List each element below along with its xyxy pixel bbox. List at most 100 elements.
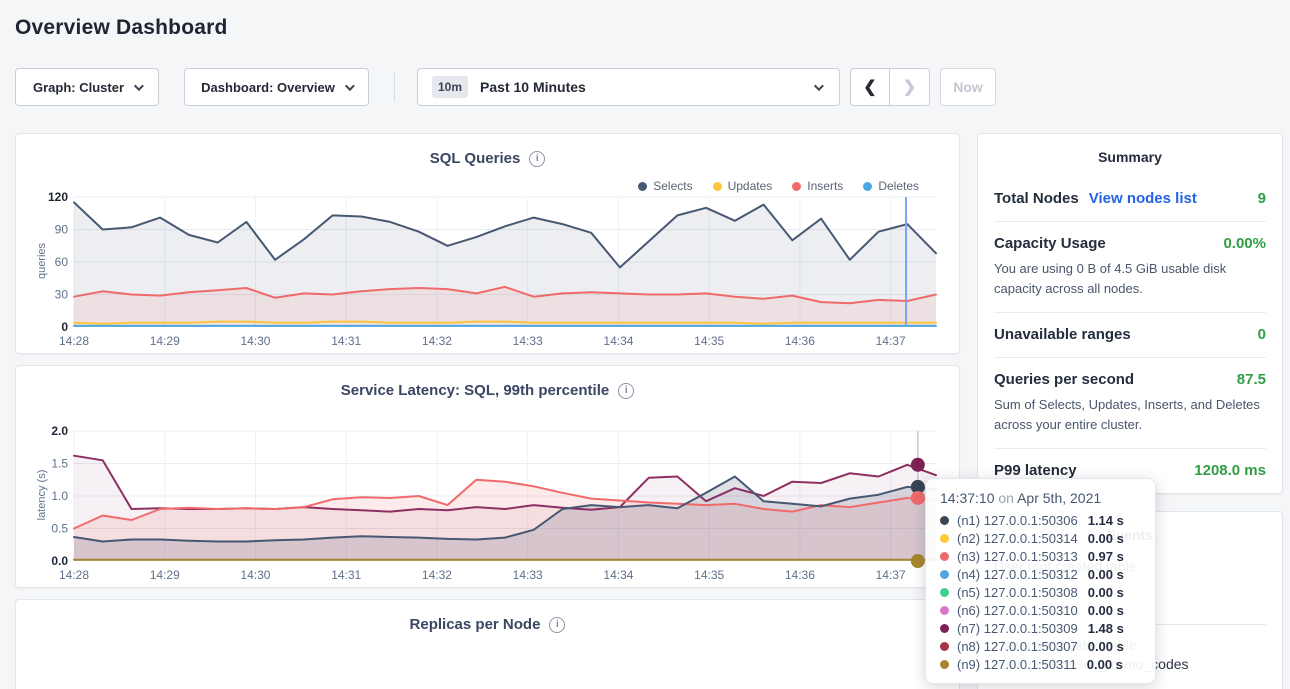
node-color-dot bbox=[940, 588, 949, 597]
tooltip-node-row: (n8) 127.0.0.1:503070.00 s bbox=[940, 637, 1141, 655]
unavailable-ranges-value: 0 bbox=[1258, 326, 1266, 343]
graph-dropdown-label: Graph: Cluster bbox=[33, 80, 124, 95]
svg-text:14:29: 14:29 bbox=[150, 568, 180, 582]
svg-text:14:29: 14:29 bbox=[150, 334, 180, 348]
unavailable-ranges-label: Unavailable ranges bbox=[994, 326, 1131, 343]
capacity-usage-row: Capacity Usage 0.00% You are using 0 B o… bbox=[994, 221, 1266, 312]
sql-queries-y-axis-label: queries bbox=[36, 211, 48, 311]
replicas-chart-title: Replicas per Node bbox=[410, 616, 541, 633]
chevron-down-icon bbox=[814, 81, 824, 91]
total-nodes-row: Total Nodes View nodes list 9 bbox=[994, 177, 1266, 221]
node-color-dot bbox=[940, 624, 949, 633]
svg-text:14:31: 14:31 bbox=[331, 568, 361, 582]
sql-queries-plot[interactable]: 14:28 14:29 14:30 14:31 14:32 14:33 14:34 14:35… bbox=[24, 191, 954, 353]
svg-text:30: 30 bbox=[55, 288, 69, 302]
tooltip-node-row: (n5) 127.0.0.1:503080.00 s bbox=[940, 583, 1141, 601]
info-icon[interactable]: i bbox=[618, 383, 634, 399]
svg-text:14:31: 14:31 bbox=[331, 334, 361, 348]
svg-text:1.5: 1.5 bbox=[51, 457, 68, 471]
tooltip-node-row: (n7) 127.0.0.1:503091.48 s bbox=[940, 619, 1141, 637]
queries-per-second-value: 87.5 bbox=[1237, 371, 1266, 388]
svg-text:14:30: 14:30 bbox=[240, 334, 270, 348]
svg-text:1.0: 1.0 bbox=[51, 489, 68, 503]
node-color-dot bbox=[940, 642, 949, 651]
time-range-selector[interactable]: 10m Past 10 Minutes bbox=[417, 68, 840, 106]
service-latency-chart-title: Service Latency: SQL, 99th percentile bbox=[341, 382, 609, 399]
svg-text:14:35: 14:35 bbox=[694, 568, 724, 582]
sql-queries-chart-body: queries 14:2814:2914:3014:3114:3214:3314… bbox=[16, 191, 959, 353]
sql-queries-title-row: SQL Queries i bbox=[16, 134, 959, 167]
svg-text:14:32: 14:32 bbox=[422, 568, 452, 582]
svg-text:14:30: 14:30 bbox=[240, 568, 270, 582]
graph-dropdown[interactable]: Graph: Cluster bbox=[15, 68, 159, 106]
dashboard-dropdown-label: Dashboard: Overview bbox=[201, 80, 335, 95]
sql-queries-chart-title: SQL Queries bbox=[430, 150, 521, 167]
total-nodes-label: Total Nodes bbox=[994, 190, 1079, 207]
tooltip-node-row: (n2) 127.0.0.1:503140.00 s bbox=[940, 529, 1141, 547]
info-icon[interactable]: i bbox=[549, 617, 565, 633]
service-latency-plot[interactable]: 14:2814:2914:3014:3114:3214:3314:3414:35… bbox=[24, 425, 954, 587]
view-nodes-list-link[interactable]: View nodes list bbox=[1089, 190, 1197, 207]
svg-text:14:33: 14:33 bbox=[513, 568, 543, 582]
svg-text:0: 0 bbox=[61, 320, 68, 334]
svg-text:60: 60 bbox=[55, 255, 69, 269]
svg-text:14:28: 14:28 bbox=[59, 568, 89, 582]
svg-text:120: 120 bbox=[48, 191, 68, 204]
svg-text:2.0: 2.0 bbox=[51, 425, 68, 438]
time-prev-button[interactable]: ❮ bbox=[850, 68, 890, 106]
svg-text:14:36: 14:36 bbox=[785, 334, 815, 348]
service-latency-chart-card: Service Latency: SQL, 99th percentile i … bbox=[15, 365, 960, 588]
tooltip-node-row: (n1) 127.0.0.1:503061.14 s bbox=[940, 511, 1141, 529]
capacity-usage-label: Capacity Usage bbox=[994, 235, 1106, 252]
updates-color-dot bbox=[713, 182, 722, 191]
node-color-dot bbox=[940, 660, 949, 669]
tooltip-node-row: (n3) 127.0.0.1:503130.97 s bbox=[940, 547, 1141, 565]
svg-text:0.0: 0.0 bbox=[51, 554, 68, 568]
service-latency-title-row: Service Latency: SQL, 99th percentile i bbox=[16, 366, 959, 399]
summary-panel: Summary Total Nodes View nodes list 9 Ca… bbox=[977, 133, 1283, 494]
queries-per-second-description: Sum of Selects, Updates, Inserts, and De… bbox=[994, 395, 1266, 434]
total-nodes-value: 9 bbox=[1258, 190, 1266, 207]
toolbar-divider bbox=[394, 72, 395, 102]
deletes-color-dot bbox=[863, 182, 872, 191]
tooltip-node-row: (n4) 127.0.0.1:503120.00 s bbox=[940, 565, 1141, 583]
capacity-usage-value: 0.00% bbox=[1223, 235, 1266, 252]
node-color-dot bbox=[940, 534, 949, 543]
chevron-left-icon: ❮ bbox=[863, 77, 876, 97]
now-button[interactable]: Now bbox=[940, 68, 996, 106]
p99-latency-label: P99 latency bbox=[994, 462, 1077, 479]
inserts-color-dot bbox=[792, 182, 801, 191]
svg-text:14:35: 14:35 bbox=[694, 334, 724, 348]
svg-text:14:36: 14:36 bbox=[785, 568, 815, 582]
node-color-dot bbox=[940, 516, 949, 525]
service-latency-y-axis-label: latency (s) bbox=[36, 445, 48, 545]
time-nav-group: ❮ ❯ bbox=[850, 68, 930, 106]
svg-text:14:28: 14:28 bbox=[59, 334, 89, 348]
time-next-button[interactable]: ❯ bbox=[890, 68, 930, 106]
chevron-right-icon: ❯ bbox=[903, 77, 916, 97]
replicas-title-row: Replicas per Node i bbox=[16, 600, 959, 633]
svg-text:14:37: 14:37 bbox=[876, 334, 906, 348]
svg-text:14:32: 14:32 bbox=[422, 334, 452, 348]
time-range-badge: 10m bbox=[432, 76, 468, 98]
latency-hover-tooltip: 14:37:10 on Apr 5th, 2021 (n1) 127.0.0.1… bbox=[925, 478, 1156, 684]
time-range-label: Past 10 Minutes bbox=[480, 79, 586, 95]
svg-text:14:33: 14:33 bbox=[513, 334, 543, 348]
summary-heading: Summary bbox=[994, 134, 1266, 177]
replicas-per-node-chart-card: Replicas per Node i bbox=[15, 599, 960, 689]
p99-latency-value: 1208.0 ms bbox=[1194, 462, 1266, 479]
node-color-dot bbox=[940, 552, 949, 561]
toolbar: Graph: Cluster Dashboard: Overview 10m P… bbox=[15, 68, 1290, 106]
svg-text:14:34: 14:34 bbox=[603, 334, 633, 348]
info-icon[interactable]: i bbox=[529, 151, 545, 167]
svg-text:90: 90 bbox=[55, 223, 69, 237]
overview-dashboard-page: Overview Dashboard Graph: Cluster Dashbo… bbox=[0, 0, 1290, 689]
service-latency-chart-body: latency (s) 14:28 14:29 14:30 14:31 14:32 14:… bbox=[16, 425, 959, 587]
sql-queries-chart-card: SQL Queries i Selects Updates Inserts De… bbox=[15, 133, 960, 354]
node-color-dot bbox=[940, 606, 949, 615]
dashboard-dropdown[interactable]: Dashboard: Overview bbox=[184, 68, 369, 106]
selects-color-dot bbox=[638, 182, 647, 191]
capacity-usage-description: You are using 0 B of 4.5 GiB usable disk… bbox=[994, 259, 1266, 298]
tooltip-node-row: (n9) 127.0.0.1:503110.00 s bbox=[940, 655, 1141, 673]
tooltip-timestamp: 14:37:10 on Apr 5th, 2021 bbox=[940, 490, 1141, 506]
